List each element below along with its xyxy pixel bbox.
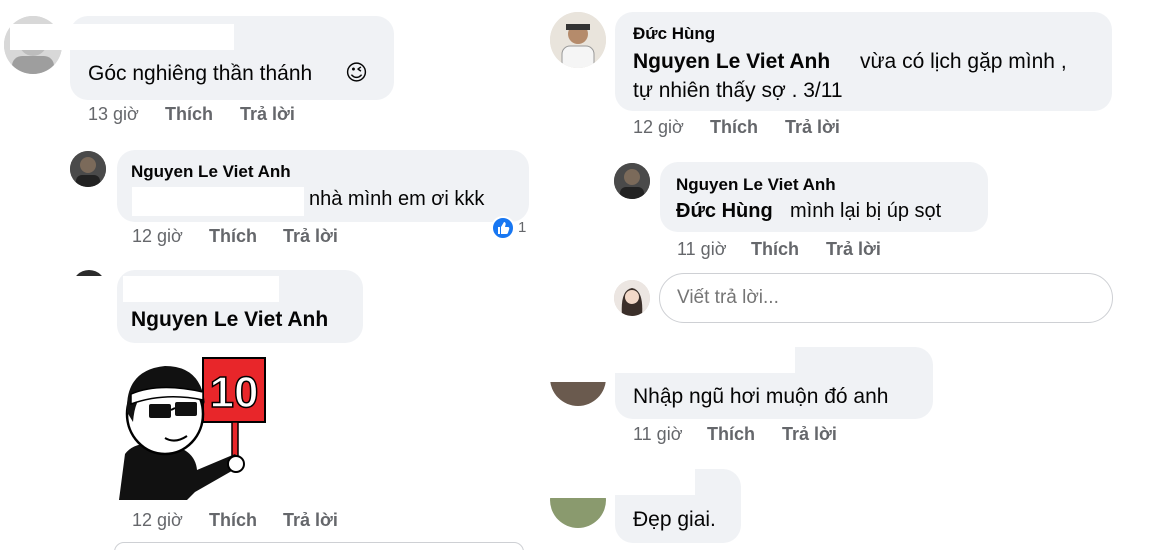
comment-text-line2: tự nhiên thấy sợ . 3/11 xyxy=(633,79,843,102)
like-link[interactable]: Thích xyxy=(209,226,257,247)
comment-text-line1: vừa có lịch gặp mình , xyxy=(860,50,1067,73)
commenter-avatar[interactable] xyxy=(550,12,606,68)
comment-bubble: Đẹp giai. xyxy=(611,467,741,543)
reply-avatar[interactable] xyxy=(614,163,650,199)
wink-emoji: 😉 xyxy=(345,60,368,85)
sticker-number: 10 xyxy=(210,368,259,417)
comment-time[interactable]: 11 giờ xyxy=(633,424,683,445)
redacted-name xyxy=(123,276,279,302)
comment-bubble: Nguyen Le Viet Anh xyxy=(117,270,363,343)
reply-link[interactable]: Trả lời xyxy=(283,226,338,247)
reply-text: mình lại bị úp sọt xyxy=(790,200,942,222)
reply-bubble: Nguyen Le Viet Anh nhà mình em ơi kkk xyxy=(117,150,529,222)
comment-time[interactable]: 12 giờ xyxy=(132,510,183,531)
thumbs-up-icon xyxy=(491,216,515,240)
reply-link[interactable]: Trả lời xyxy=(240,104,295,125)
redacted-name xyxy=(611,467,695,495)
mention-link[interactable]: Nguyen Le Viet Anh xyxy=(131,308,328,332)
like-reaction-badge[interactable]: 1 xyxy=(491,216,531,242)
comment-time[interactable]: 12 giờ xyxy=(633,117,684,138)
current-user-avatar xyxy=(614,280,650,316)
reply-input[interactable] xyxy=(659,273,1113,323)
comment-bubble: Góc nghiêng thần thánh 😉 xyxy=(10,16,394,100)
reply-author-name[interactable]: Nguyen Le Viet Anh xyxy=(676,175,836,195)
redacted-mention xyxy=(132,187,304,216)
mention-link[interactable]: Nguyen Le Viet Anh xyxy=(633,50,830,74)
comment-bubble: Đức Hùng Nguyen Le Viet Anh vừa có lịch … xyxy=(615,12,1112,111)
reply-text: nhà mình em ơi kkk xyxy=(309,188,485,210)
comment-bubble: Nhập ngũ hơi muộn đó anh xyxy=(611,345,933,419)
like-link[interactable]: Thích xyxy=(209,510,257,531)
comment-text: Góc nghiêng thần thánh xyxy=(88,62,313,85)
reply-link[interactable]: Trả lời xyxy=(782,424,837,445)
redacted-avatar-cover xyxy=(548,468,610,498)
like-link[interactable]: Thích xyxy=(710,117,758,138)
number-10-sticker: 10 xyxy=(115,352,270,504)
comment-text: Đẹp giai. xyxy=(633,508,716,531)
like-link[interactable]: Thích xyxy=(751,239,799,260)
reply-input-partial[interactable] xyxy=(114,542,524,550)
reply-link[interactable]: Trả lời xyxy=(826,239,881,260)
panel-divider xyxy=(533,0,547,550)
comment-author-name[interactable]: Đức Hùng xyxy=(633,24,715,44)
like-link[interactable]: Thích xyxy=(165,104,213,125)
reaction-count: 1 xyxy=(518,219,527,236)
reply-avatar[interactable] xyxy=(70,151,106,187)
comment-time[interactable]: 13 giờ xyxy=(88,104,139,125)
reply-time[interactable]: 11 giờ xyxy=(677,239,727,260)
redacted-avatar-cover xyxy=(548,346,610,382)
like-link[interactable]: Thích xyxy=(707,424,755,445)
reply-bubble: Nguyen Le Viet Anh Đức Hùng mình lại bị … xyxy=(660,162,988,232)
comment-text: Nhập ngũ hơi muộn đó anh xyxy=(633,385,889,408)
redacted-avatar-cover xyxy=(70,276,110,308)
reply-author-name[interactable]: Nguyen Le Viet Anh xyxy=(131,162,291,182)
reply-link[interactable]: Trả lời xyxy=(785,117,840,138)
redacted-name xyxy=(10,24,234,50)
redacted-name xyxy=(611,345,795,373)
reply-link[interactable]: Trả lời xyxy=(283,510,338,531)
mention-link[interactable]: Đức Hùng xyxy=(676,200,773,223)
reply-time[interactable]: 12 giờ xyxy=(132,226,183,247)
